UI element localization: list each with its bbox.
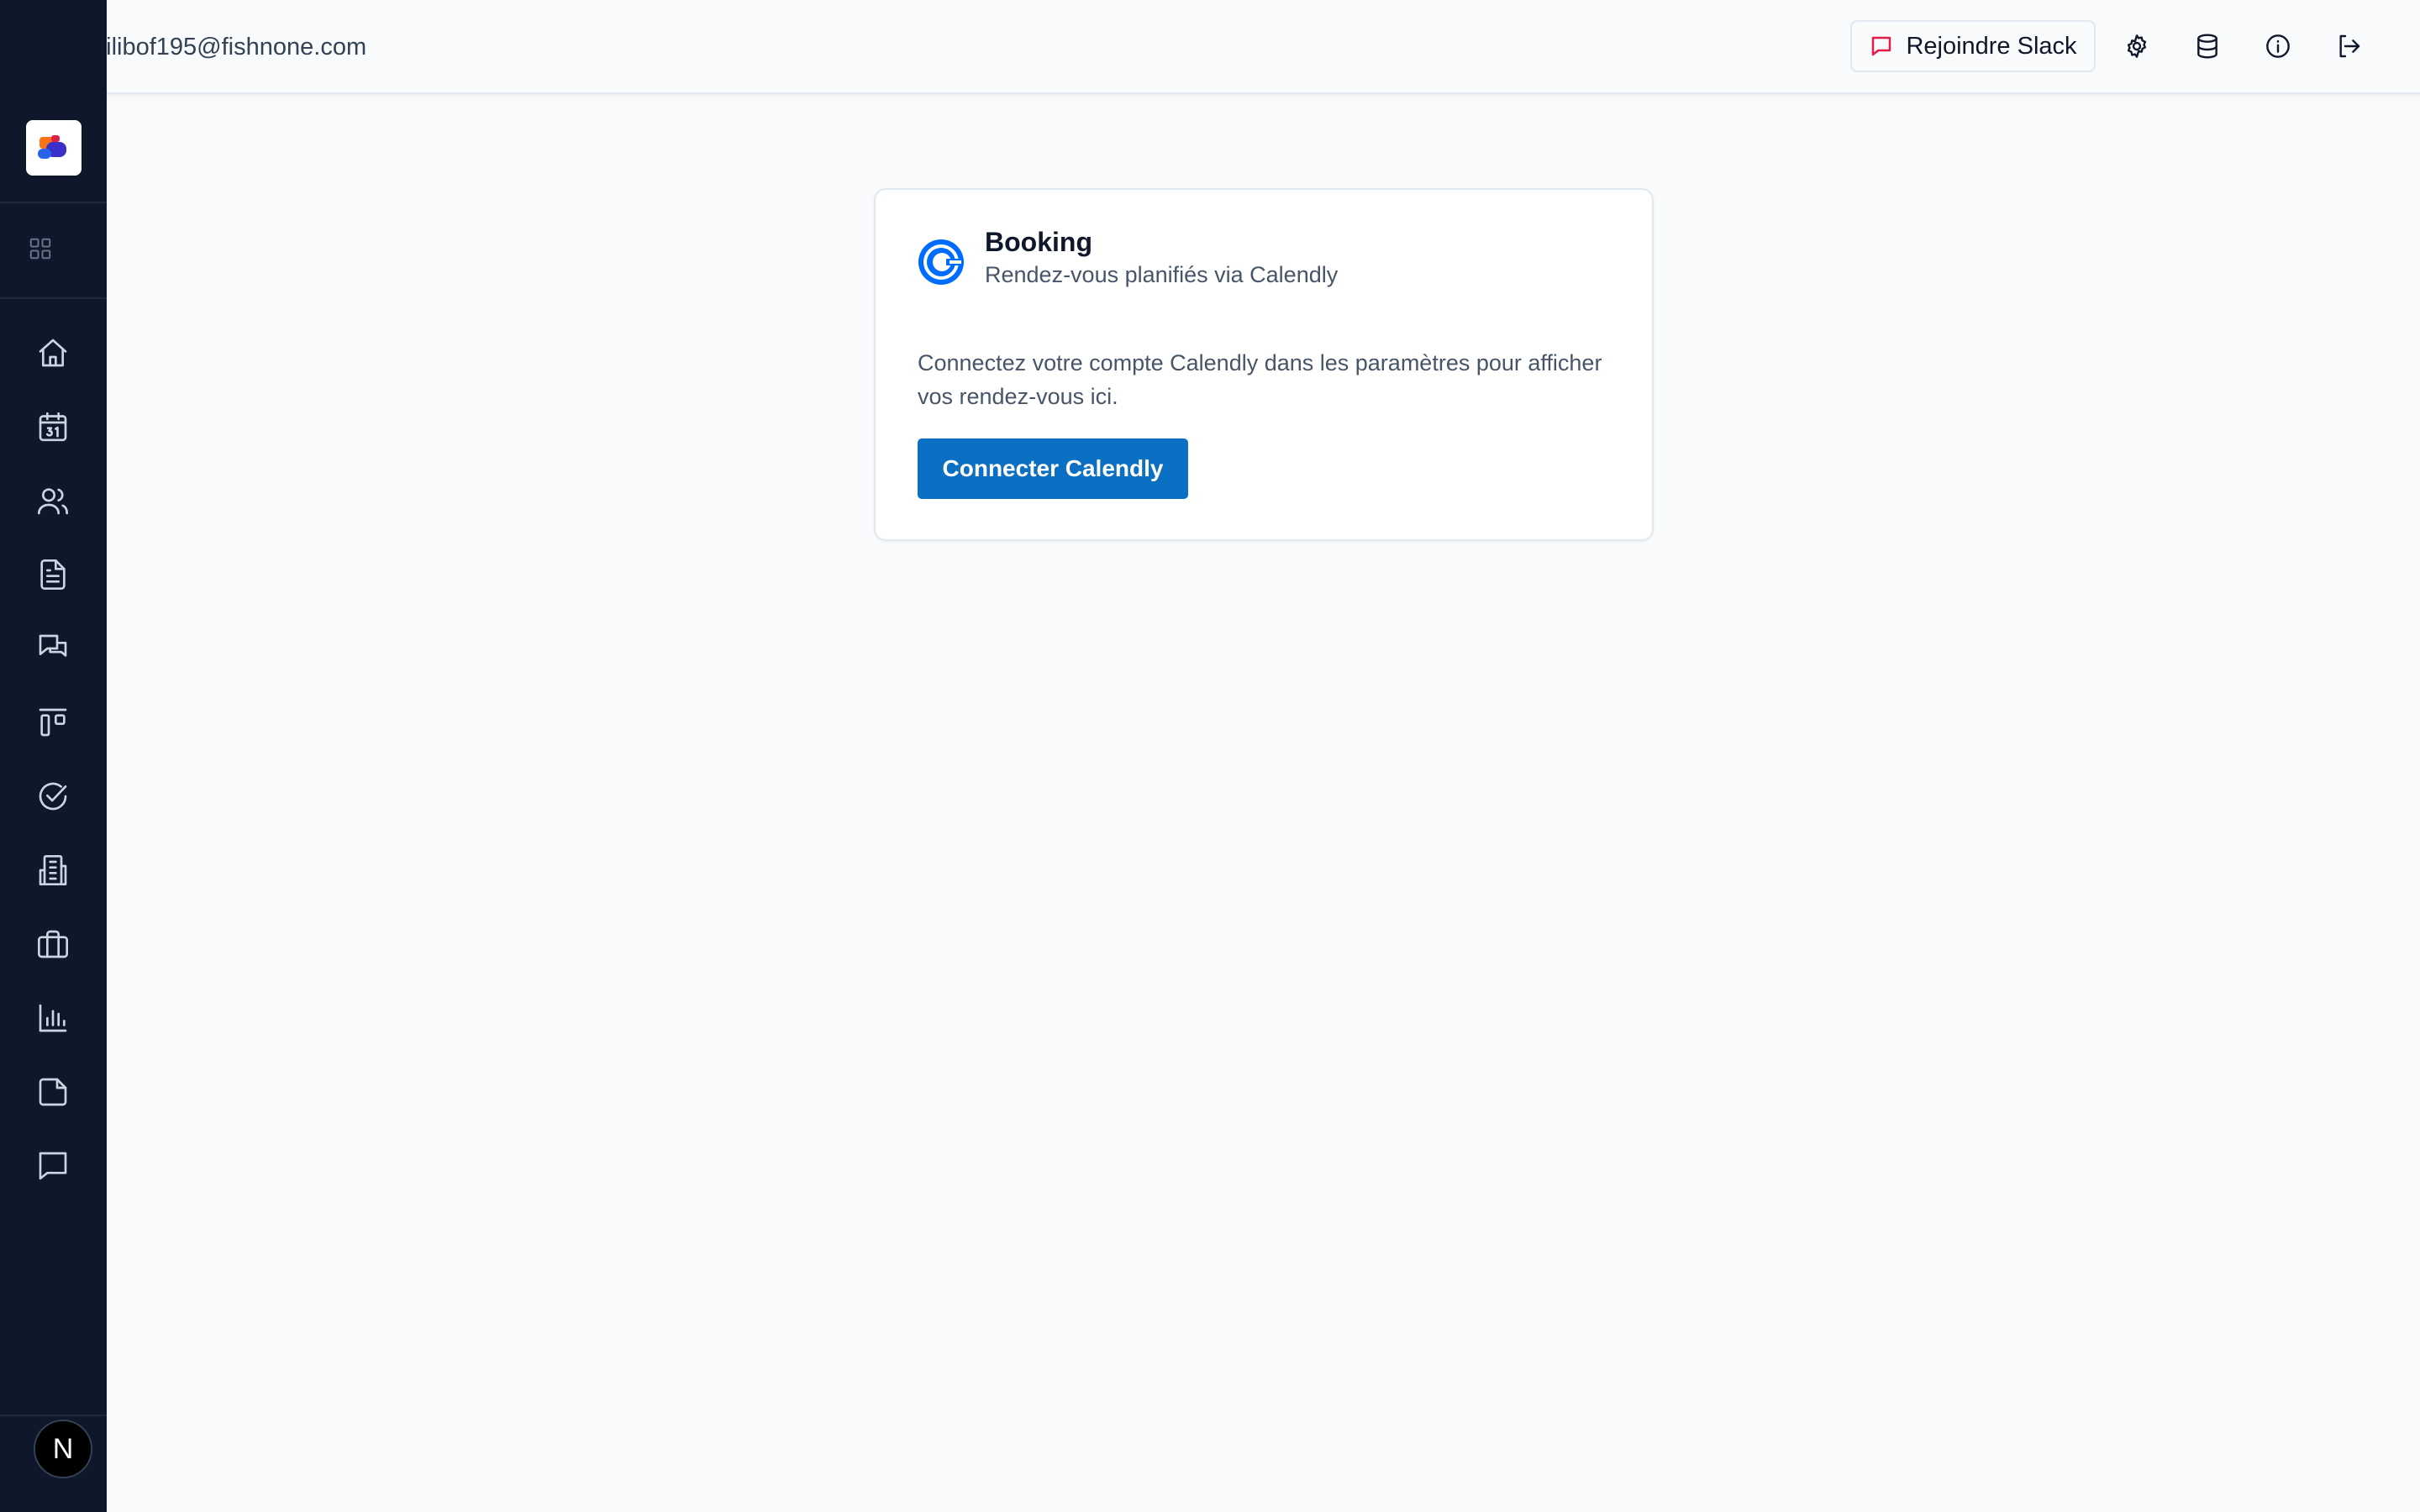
bar-chart-icon[interactable]	[26, 991, 80, 1045]
card-description: Connectez votre compte Calendly dans les…	[918, 350, 1602, 409]
join-slack-label: Rejoindre Slack	[1906, 32, 2077, 60]
check-circle-icon[interactable]	[26, 769, 80, 823]
sidebar-divider	[0, 297, 107, 299]
connect-calendly-button[interactable]: Connecter Calendly	[918, 438, 1188, 499]
sidebar: N	[0, 0, 107, 1512]
database-icon[interactable]	[2188, 27, 2227, 66]
sidebar-divider	[0, 202, 107, 203]
booking-card: Booking Rendez-vous planifiés via Calend…	[874, 188, 1654, 541]
sidebar-divider	[0, 1415, 107, 1416]
card-title: Booking	[985, 227, 1092, 257]
message-square-icon	[1872, 36, 1891, 56]
apps-grid-icon[interactable]	[13, 222, 67, 276]
avatar[interactable]: N	[34, 1420, 92, 1478]
home-icon[interactable]	[26, 326, 80, 380]
document-icon[interactable]	[26, 548, 80, 601]
building-icon[interactable]	[26, 843, 80, 897]
app-logo-icon	[38, 135, 66, 159]
chat-icon[interactable]	[26, 622, 80, 675]
logout-icon[interactable]	[2329, 27, 2368, 66]
top-bar: milibof195@fishnone.com Rejoindre Slack	[0, 0, 2420, 94]
briefcase-icon[interactable]	[26, 917, 80, 971]
message-icon[interactable]	[26, 1139, 80, 1193]
card-subtitle: Rendez-vous planifiés via Calendly	[985, 262, 1339, 287]
join-slack-button[interactable]: Rejoindre Slack	[1850, 20, 2096, 72]
info-icon[interactable]	[2259, 27, 2297, 66]
calendar-icon[interactable]	[26, 400, 80, 454]
file-icon[interactable]	[26, 1065, 80, 1119]
users-icon[interactable]	[26, 474, 80, 528]
settings-icon[interactable]	[2118, 27, 2156, 66]
kanban-icon[interactable]	[26, 696, 80, 749]
app-logo[interactable]	[26, 120, 82, 176]
calendly-logo-icon	[918, 239, 964, 285]
user-email: milibof195@fishnone.com	[86, 33, 367, 60]
